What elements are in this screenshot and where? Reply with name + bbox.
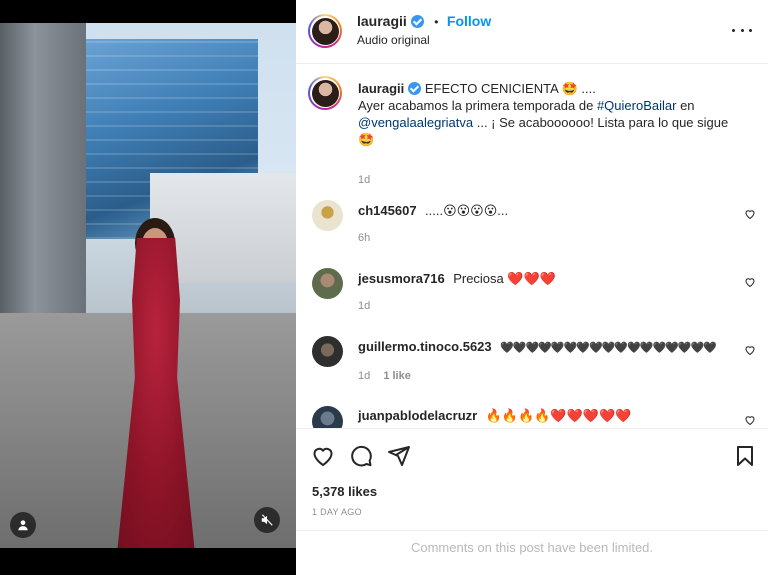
commenter-avatar[interactable] bbox=[312, 268, 343, 299]
caption-line3: ... ¡ Se acaboooooo! Lista para lo que s… bbox=[473, 115, 729, 130]
post-header: lauragii • Follow Audio original bbox=[296, 0, 768, 64]
comment-time[interactable]: 6h bbox=[358, 232, 370, 244]
caption-line1: EFECTO CENICIENTA 🤩 .... bbox=[424, 81, 596, 96]
comment-like-count[interactable]: 1 like bbox=[383, 370, 411, 382]
caption-mention[interactable]: @vengalaalegriatva bbox=[358, 115, 473, 130]
verified-badge-icon bbox=[408, 82, 422, 95]
author-username[interactable]: lauragii bbox=[357, 13, 407, 29]
comment-text: .....😮😮😮😮... bbox=[425, 203, 509, 218]
commenter-avatar[interactable] bbox=[312, 406, 343, 428]
caption-hashtag[interactable]: #QuieroBailar bbox=[597, 98, 677, 113]
comment-username[interactable]: jesusmora716 bbox=[358, 271, 445, 286]
author-avatar[interactable] bbox=[308, 14, 342, 48]
post-media[interactable] bbox=[0, 0, 296, 575]
more-options-icon[interactable] bbox=[732, 22, 752, 38]
comment-text: 🖤🖤🖤🖤🖤🖤🖤🖤🖤🖤🖤🖤🖤🖤🖤🖤🖤 bbox=[500, 342, 717, 354]
caption-time[interactable]: 1d bbox=[358, 174, 370, 186]
comment-username[interactable]: guillermo.tinoco.5623 bbox=[358, 339, 492, 354]
commenter-avatar[interactable] bbox=[312, 336, 343, 367]
comment-text: Preciosa ❤️❤️❤️ bbox=[453, 271, 556, 286]
caption-line2: Ayer acabamos la primera temporada de bbox=[358, 98, 597, 113]
caption-username[interactable]: lauragii bbox=[358, 81, 404, 96]
commenter-avatar[interactable] bbox=[312, 200, 343, 231]
post-sidebar: lauragii • Follow Audio original lauragi… bbox=[296, 0, 768, 575]
comment-text: 🔥🔥🔥🔥❤️❤️❤️❤️❤️ bbox=[485, 408, 632, 423]
comment-icon[interactable] bbox=[349, 444, 373, 468]
comment-like-icon[interactable] bbox=[744, 276, 756, 288]
caption-avatar[interactable] bbox=[308, 76, 342, 110]
post-timestamp[interactable]: 1 DAY AGO bbox=[312, 507, 362, 517]
follow-button[interactable]: Follow bbox=[447, 13, 491, 29]
muted-speaker-icon[interactable] bbox=[254, 507, 280, 533]
audio-label[interactable]: Audio original bbox=[357, 33, 430, 47]
comment-time[interactable]: 1d bbox=[358, 370, 370, 382]
comments-list[interactable]: lauragii EFECTO CENICIENTA 🤩 .... Ayer a… bbox=[296, 64, 768, 428]
verified-badge-icon bbox=[410, 15, 424, 28]
comment-username[interactable]: ch145607 bbox=[358, 203, 417, 218]
bookmark-icon[interactable] bbox=[733, 444, 757, 468]
video-frame[interactable] bbox=[0, 23, 296, 548]
separator-dot: • bbox=[434, 15, 439, 29]
share-icon[interactable] bbox=[387, 444, 411, 468]
heart-icon[interactable] bbox=[311, 444, 335, 468]
concrete-building bbox=[0, 23, 86, 323]
caption-line2-suffix: en bbox=[676, 98, 695, 113]
comment-like-icon[interactable] bbox=[744, 208, 756, 220]
comment-like-icon[interactable] bbox=[744, 344, 756, 356]
comment-username[interactable]: juanpablodelacruzr bbox=[358, 408, 477, 423]
likes-count[interactable]: 5,378 likes bbox=[312, 484, 377, 499]
user-tag-icon[interactable] bbox=[10, 512, 36, 538]
caption-line4: 🤩 bbox=[358, 132, 375, 147]
comment-time[interactable]: 1d bbox=[358, 300, 370, 312]
comments-limited-notice: Comments on this post have been limited. bbox=[410, 540, 654, 555]
comment-like-icon[interactable] bbox=[744, 414, 756, 426]
